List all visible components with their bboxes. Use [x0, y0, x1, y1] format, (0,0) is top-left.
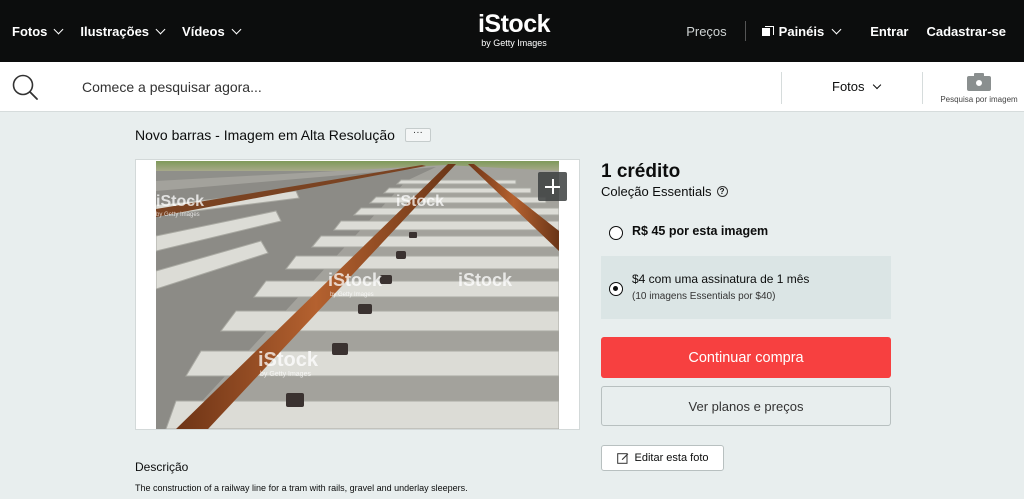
nav-paineis-menu[interactable]: Painéis	[761, 23, 842, 39]
chevron-down-icon	[831, 24, 842, 34]
collection-label: Coleção Essentials ?	[601, 184, 728, 199]
chevron-down-icon	[155, 24, 166, 34]
asset-photo[interactable]: iStock by Getty Images iStock by Getty I…	[156, 161, 559, 429]
nav-right: Preços Painéis Entrar Cadastrar-se	[686, 0, 1006, 62]
option-text: $4 com uma assinatura de 1 mês (10 image…	[632, 272, 809, 302]
collection-name: Coleção Essentials	[601, 184, 712, 199]
image-search-button[interactable]: Pesquisa por imagem	[934, 72, 1024, 108]
search-divider	[922, 72, 923, 104]
help-icon[interactable]: ?	[716, 186, 728, 197]
radio-subscription[interactable]	[609, 282, 623, 296]
price-credits: 1 crédito	[601, 161, 681, 182]
chevron-down-icon	[53, 24, 64, 34]
svg-text:iStock: iStock	[458, 270, 513, 290]
search-bar: Fotos Pesquisa por imagem	[0, 62, 1024, 112]
nav-item-videos[interactable]: Vídeos	[182, 23, 242, 39]
option-subscription-detail: (10 imagens Essentials por $40)	[632, 291, 776, 302]
search-divider	[781, 72, 782, 104]
option-single-label: R$ 45 por esta imagem	[632, 224, 769, 238]
image-frame: iStock by Getty Images iStock by Getty I…	[135, 159, 580, 430]
chevron-down-icon	[872, 80, 881, 90]
description-text: The construction of a railway line for a…	[135, 483, 468, 493]
continue-purchase-button[interactable]: Continuar compra	[601, 337, 891, 378]
asset-title-row: Novo barras - Imagem em Alta Resolução ·…	[135, 127, 431, 143]
edit-icon	[616, 453, 628, 464]
add-to-board-button[interactable]	[538, 172, 567, 201]
svg-text:by Getty Images: by Getty Images	[330, 292, 374, 298]
media-type-label: Fotos	[832, 79, 865, 94]
sign-up-link[interactable]: Cadastrar-se	[927, 24, 1007, 39]
option-text: R$ 45 por esta imagem	[632, 224, 768, 238]
sign-in-link[interactable]: Entrar	[870, 24, 908, 39]
svg-text:iStock: iStock	[258, 349, 319, 371]
svg-text:iStock: iStock	[328, 270, 383, 290]
nav-precos-link[interactable]: Preços	[686, 24, 726, 39]
edit-photo-button[interactable]: Editar esta foto	[601, 445, 724, 471]
nav-divider	[744, 21, 746, 41]
chevron-down-icon	[231, 24, 242, 34]
istock-logo[interactable]: iStock by Getty Images	[473, 11, 555, 51]
svg-text:iStock: iStock	[156, 193, 204, 210]
logo-wordmark: iStock	[477, 10, 551, 38]
edit-photo-label: Editar esta foto	[634, 452, 709, 464]
railway-photo: iStock by Getty Images iStock by Getty I…	[156, 161, 559, 429]
price-option-single[interactable]: R$ 45 por esta imagem	[601, 212, 891, 254]
radio-single[interactable]	[609, 226, 623, 240]
svg-text:by Getty Images: by Getty Images	[260, 371, 311, 378]
nav-item-fotos[interactable]: Fotos	[12, 23, 64, 39]
price-option-subscription[interactable]: $4 com uma assinatura de 1 mês (10 image…	[601, 256, 891, 319]
more-options-button[interactable]: ···	[404, 128, 431, 142]
top-navigation: Fotos Ilustrações Vídeos iStock by Getty…	[0, 0, 1024, 62]
media-type-filter[interactable]: Fotos	[832, 79, 881, 94]
nav-item-label: Fotos	[12, 23, 48, 39]
search-input[interactable]	[82, 75, 762, 99]
svg-text:iStock: iStock	[396, 193, 444, 210]
camera-icon	[967, 72, 991, 91]
nav-paineis-label: Painéis	[778, 23, 825, 39]
page-title: Novo barras - Imagem em Alta Resolução	[135, 127, 395, 143]
description-heading: Descrição	[135, 460, 189, 474]
nav-item-label: Ilustrações	[80, 23, 150, 39]
view-plans-button[interactable]: Ver planos e preços	[601, 386, 891, 426]
nav-item-ilustracoes[interactable]: Ilustrações	[80, 23, 166, 39]
nav-left: Fotos Ilustrações Vídeos	[12, 0, 242, 62]
boards-icon	[761, 26, 774, 36]
logo-tagline: by Getty Images	[481, 38, 547, 48]
option-subscription-label: $4 com uma assinatura de 1 mês	[632, 272, 810, 286]
nav-item-label: Vídeos	[182, 23, 225, 39]
image-search-label: Pesquisa por imagem	[940, 95, 1018, 104]
search-icon[interactable]	[12, 74, 38, 100]
svg-text:by Getty Images: by Getty Images	[156, 212, 200, 218]
